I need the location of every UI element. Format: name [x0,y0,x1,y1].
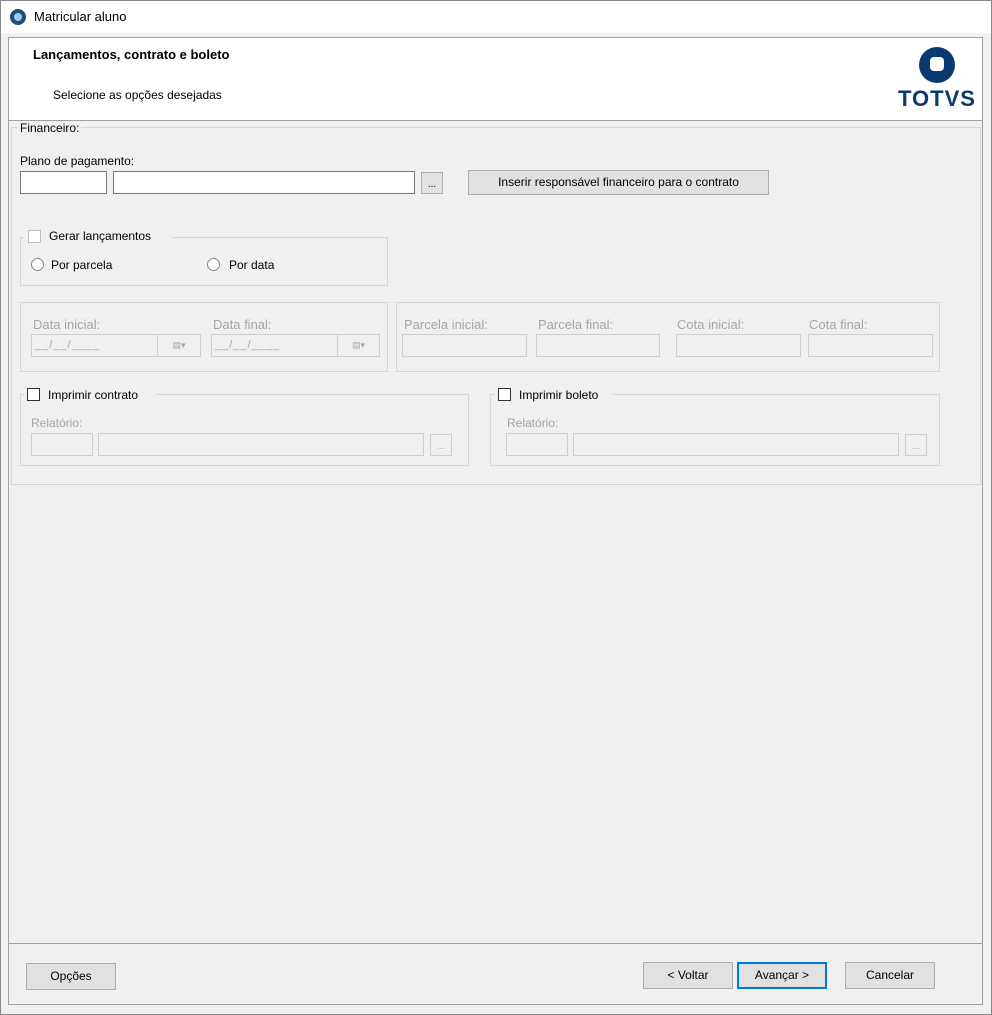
por-data-radio[interactable] [207,258,220,271]
page-title: Lançamentos, contrato e boleto [33,47,230,62]
data-final-label: Data final: [213,317,272,332]
plano-code-input[interactable] [20,171,107,194]
plano-lookup-button[interactable]: ... [421,172,443,194]
totvs-logo-text: TOTVS [898,86,976,111]
boleto-lookup-button[interactable]: ... [905,434,927,456]
contrato-lookup-button[interactable]: ... [430,434,452,456]
opcoes-button[interactable]: Opções [26,963,116,990]
cota-final-input[interactable] [808,334,933,357]
boleto-relatorio-label: Relatório: [507,416,559,430]
plano-desc-input[interactable] [113,171,415,194]
cota-inicial-label: Cota inicial: [677,317,745,332]
cota-inicial-input[interactable] [676,334,801,357]
app-icon [10,9,26,25]
por-parcela-radio[interactable] [31,258,44,271]
imprimir-contrato-label: Imprimir contrato [48,388,139,402]
por-parcela-label: Por parcela [51,258,113,272]
data-inicial-calendar-icon[interactable]: ▤▾ [157,335,200,356]
financeiro-legend: Financeiro: [18,121,82,135]
parcela-final-label: Parcela final: [538,317,614,332]
footer-divider [9,943,982,944]
imprimir-contrato-checkbox[interactable] [27,388,40,401]
por-data-label: Por data [229,258,275,272]
window-title: Matricular aluno [34,9,127,24]
gerar-lancamentos-checkbox[interactable] [28,230,41,243]
data-final-mask: __/__/____ [215,339,281,351]
parcela-final-input[interactable] [536,334,660,357]
parcela-inicial-label: Parcela inicial: [404,317,488,332]
data-inicial-mask: __/__/____ [35,339,101,351]
data-final-calendar-icon[interactable]: ▤▾ [337,335,379,356]
title-bar [1,1,991,33]
plano-label: Plano de pagamento: [20,154,135,168]
data-inicial-label: Data inicial: [33,317,101,332]
cancelar-button[interactable]: Cancelar [845,962,935,989]
page-subtitle: Selecione as opções desejadas [53,88,222,102]
totvs-logo-icon [919,47,955,83]
avancar-button[interactable]: Avançar > [737,962,827,989]
contrato-relatorio-label: Relatório: [31,416,83,430]
boleto-relatorio-desc-input[interactable] [573,433,899,456]
boleto-relatorio-code-input[interactable] [506,433,568,456]
voltar-button[interactable]: < Voltar [643,962,733,989]
contrato-relatorio-desc-input[interactable] [98,433,424,456]
imprimir-boleto-label: Imprimir boleto [519,388,599,402]
parcela-inicial-input[interactable] [402,334,527,357]
contrato-relatorio-code-input[interactable] [31,433,93,456]
imprimir-boleto-checkbox[interactable] [498,388,511,401]
cota-final-label: Cota final: [809,317,868,332]
gerar-lancamentos-label: Gerar lançamentos [49,229,152,243]
responsavel-financeiro-button[interactable]: Inserir responsável financeiro para o co… [468,170,769,195]
